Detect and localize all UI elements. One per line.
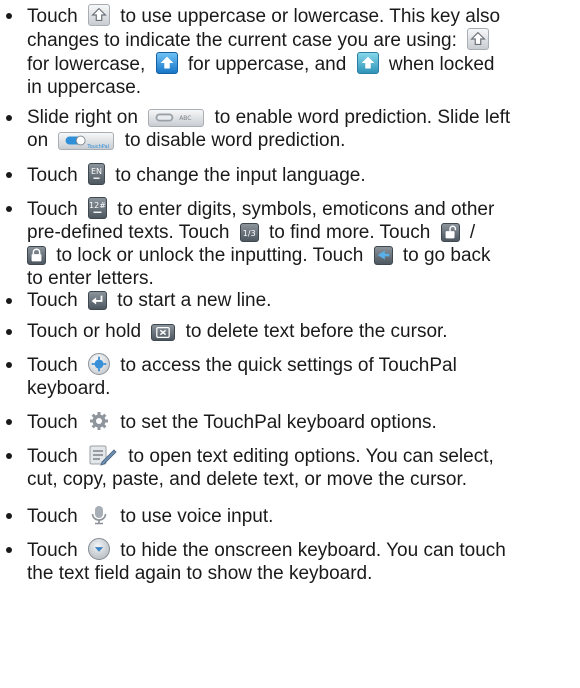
unlock-icon xyxy=(440,223,460,242)
text-line: to lock or unlock the inputting. Touch t… xyxy=(27,244,576,267)
bullet xyxy=(6,547,12,553)
symbols-key-icon: 12# xyxy=(87,197,107,219)
bullet xyxy=(6,206,12,212)
list-item-quick-settings: Touch to access the quick settings of To… xyxy=(0,353,576,400)
shift-arrow-icon xyxy=(87,4,110,26)
bullet xyxy=(6,362,12,368)
text-line: Touch to start a new line. xyxy=(27,290,272,311)
delete-key-icon xyxy=(151,324,176,341)
text-line: Slide right on ABC to enable word predic… xyxy=(27,107,511,128)
quick-settings-icon xyxy=(87,353,110,375)
text-line: Touch or hold to delete text before the … xyxy=(27,321,448,342)
prediction-toggle-on-icon: ABC xyxy=(148,109,205,127)
list-item-text-editing: Touch to open text editing options. You … xyxy=(0,444,576,491)
bullet xyxy=(6,329,12,335)
text-line: changes to indicate the current case you… xyxy=(27,28,576,52)
hide-keyboard-icon xyxy=(87,538,110,560)
list-item-symbols: Touch 12# to enter digits, symbols, emot… xyxy=(0,197,576,290)
text-line: for lowercase, for uppercase, and when l… xyxy=(27,52,495,75)
list-item-hide-keyboard: Touch to hide the onscreen keyboard. You… xyxy=(0,538,576,585)
list-item-voice: Touch to use voice input. xyxy=(0,504,576,528)
microphone-icon xyxy=(88,504,110,526)
text-edit-icon xyxy=(88,444,118,466)
text-line: Touch to use voice input. xyxy=(27,504,274,527)
list-item-language: Touch EN to change the input language. xyxy=(0,163,576,187)
bullet xyxy=(6,513,12,519)
list-item-enter: Touch to start a new line. xyxy=(0,289,576,312)
text-line: cut, copy, paste, and delete text, or mo… xyxy=(27,469,468,490)
shift-lowercase-icon xyxy=(467,28,490,50)
list-item-delete: Touch or hold to delete text before the … xyxy=(0,320,576,343)
text-line: Touch EN to change the input language. xyxy=(27,163,366,186)
shift-uppercase-icon xyxy=(155,52,178,74)
text-line: Touch to access the quick settings of To… xyxy=(27,353,457,376)
bullet xyxy=(6,298,12,304)
text-line: the text field again to show the keyboar… xyxy=(27,563,373,584)
bullet xyxy=(6,172,12,178)
shift-locked-icon xyxy=(356,52,379,74)
page-indicator-icon: 1/3 xyxy=(239,223,259,242)
text-line: in uppercase. xyxy=(27,77,142,98)
list-item-options: Touch to set the TouchPal keyboard optio… xyxy=(0,410,576,434)
bullet xyxy=(6,453,12,459)
text-line: Touch 12# to enter digits, symbols, emot… xyxy=(27,197,495,220)
text-line: on TouchPal to disable word prediction. xyxy=(27,130,346,151)
enter-key-icon xyxy=(87,291,107,310)
instructions-document: Touch to use uppercase or lowercase. Thi… xyxy=(0,0,580,688)
gear-icon xyxy=(88,410,110,432)
text-line: Touch to set the TouchPal keyboard optio… xyxy=(27,410,437,433)
lock-icon xyxy=(27,246,46,265)
back-arrow-icon xyxy=(373,246,393,265)
text-line: Touch to hide the onscreen keyboard. You… xyxy=(27,538,506,561)
bullet xyxy=(6,115,12,121)
text-line: to enter letters. xyxy=(27,268,154,289)
text-line: pre-defined texts. Touch 1/3 to find mor… xyxy=(27,222,476,243)
language-key-icon: EN xyxy=(87,163,105,185)
list-item-case-key: Touch to use uppercase or lowercase. Thi… xyxy=(0,4,576,99)
bullet xyxy=(6,13,12,19)
list-item-word-prediction: Slide right on ABC to enable word predic… xyxy=(0,106,576,152)
text-line: Touch to open text editing options. You … xyxy=(27,444,494,467)
text-line: Touch to use uppercase or lowercase. Thi… xyxy=(27,4,501,27)
bullet xyxy=(6,419,12,425)
text-line: keyboard. xyxy=(27,378,111,399)
prediction-toggle-off-icon: TouchPal xyxy=(58,132,115,150)
